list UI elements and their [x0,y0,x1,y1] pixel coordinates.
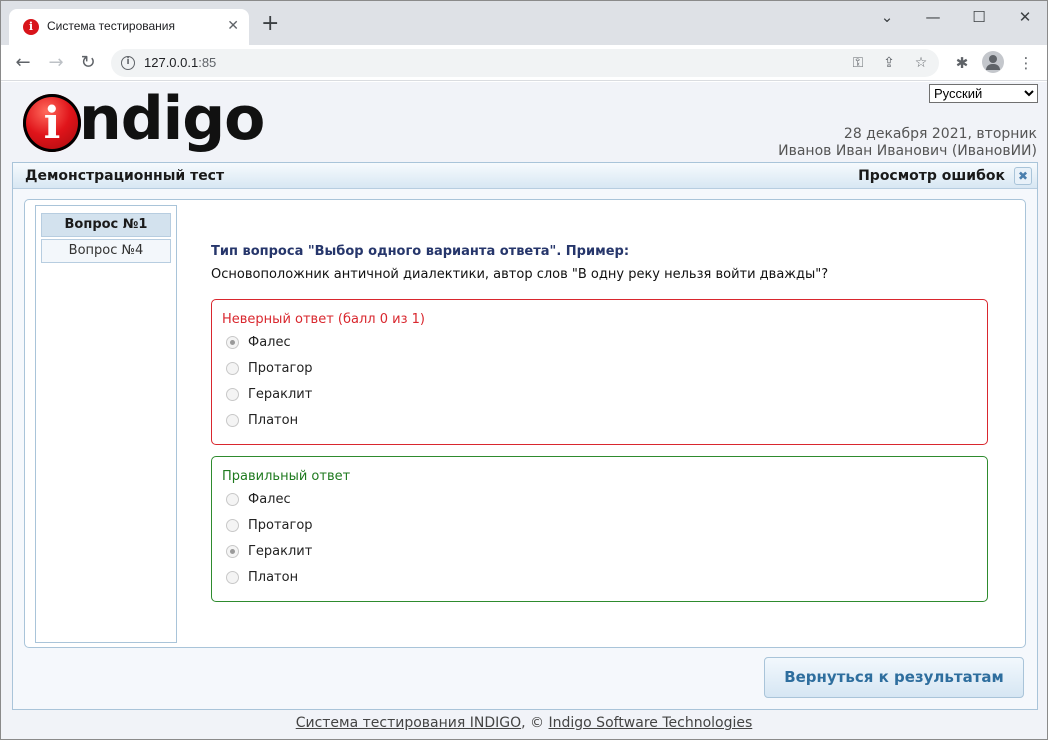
question-navigator: Вопрос №1 Вопрос №4 [35,205,177,643]
key-icon[interactable]: ⚿ [848,53,868,73]
radio-checked [226,545,239,558]
browser-toolbar: ← → ↻ i 127.0.0.1:85 ⚿ ⇪ ☆ ✱ ⋮ [1,45,1047,81]
forward-arrow-icon[interactable]: → [44,51,68,75]
question-type: Тип вопроса "Выбор одного варианта ответ… [211,244,630,259]
wrong-answer-label: Неверный ответ (балл 0 из 1) [222,312,425,327]
back-arrow-icon[interactable]: ← [11,51,35,75]
page: Русский i ndigo 28 декабря 2021, вторник… [1,82,1047,739]
browser-tab[interactable]: i Система тестирования ✕ [9,9,249,45]
menu-kebab-icon[interactable]: ⋮ [1015,53,1037,73]
logo-letter: i [43,98,61,149]
url-port: :85 [198,55,217,70]
url-host: 127.0.0.1 [144,55,199,70]
option-label: Платон [248,413,299,428]
option-label: Фалес [248,492,291,507]
new-tab-button[interactable]: + [261,13,279,35]
option-label: Протагор [248,518,313,533]
question-content: Вопрос №1 Вопрос №4 Тип вопроса "Выбор о… [24,199,1026,648]
radio-unchecked [226,519,239,532]
tab-title: Система тестирования [47,19,175,33]
address-bar[interactable]: i 127.0.0.1:85 ⚿ ⇪ ☆ [111,49,939,77]
correct-answer-box: Правильный ответ Фалес Протагор Гераклит [211,456,988,602]
indigo-logo: i ndigo [21,86,265,156]
url-text: 127.0.0.1:85 [144,55,216,70]
footer: Система тестирования INDIGO, © Indigo So… [1,715,1047,731]
option-label: Платон [248,570,299,585]
maximize-button[interactable]: ☐ [967,7,991,27]
extensions-puzzle-icon[interactable]: ✱ [951,53,973,73]
review-mode-title: Просмотр ошибок [858,168,1005,184]
panel-header: Демонстрационный тест Просмотр ошибок ✖ [13,163,1037,189]
radio-unchecked [226,414,239,427]
return-to-results-button[interactable]: Вернуться к результатам [764,657,1024,698]
test-panel: Демонстрационный тест Просмотр ошибок ✖ … [12,162,1038,710]
share-icon[interactable]: ⇪ [879,53,899,73]
option-label: Фалес [248,335,291,350]
option-label: Гераклит [248,387,313,402]
radio-unchecked [226,571,239,584]
radio-checked [226,336,239,349]
question-nav-item-1[interactable]: Вопрос №1 [41,213,171,237]
radio-unchecked [226,362,239,375]
tab-strip: i Система тестирования ✕ + ⌄ — ☐ ✕ [1,1,1047,45]
option-label: Гераклит [248,544,313,559]
language-select[interactable]: Русский [929,84,1038,103]
question-nav-item-4[interactable]: Вопрос №4 [41,239,171,263]
site-info-icon[interactable]: i [121,56,135,70]
current-user: Иванов Иван Иванович (ИвановИИ) [778,143,1037,159]
footer-link-system[interactable]: Система тестирования INDIGO [296,715,521,731]
minimize-button[interactable]: — [921,7,945,27]
tab-search-icon[interactable]: ⌄ [875,7,899,27]
footer-separator: , © [521,715,549,731]
close-window-button[interactable]: ✕ [1013,7,1037,27]
test-title: Демонстрационный тест [25,168,225,184]
indigo-favicon-icon: i [23,19,39,35]
bookmark-star-icon[interactable]: ☆ [911,53,931,73]
footer-link-company[interactable]: Indigo Software Technologies [549,715,753,731]
close-tab-icon[interactable]: ✕ [227,18,239,34]
panel-close-icon[interactable]: ✖ [1014,167,1032,185]
current-date: 28 декабря 2021, вторник [843,126,1037,142]
profile-avatar-icon[interactable] [982,51,1004,73]
radio-unchecked [226,388,239,401]
question-text: Основоположник античной диалектики, авто… [211,267,829,282]
wrong-answer-box: Неверный ответ (балл 0 из 1) Фалес Прота… [211,299,988,445]
option-label: Протагор [248,361,313,376]
reload-icon[interactable]: ↻ [76,51,100,75]
logo-text: ndigo [79,84,265,154]
logo-circle-icon: i [23,94,81,152]
browser-window: i Система тестирования ✕ + ⌄ — ☐ ✕ ← → ↻… [0,0,1048,740]
radio-unchecked [226,493,239,506]
correct-answer-label: Правильный ответ [222,469,351,484]
